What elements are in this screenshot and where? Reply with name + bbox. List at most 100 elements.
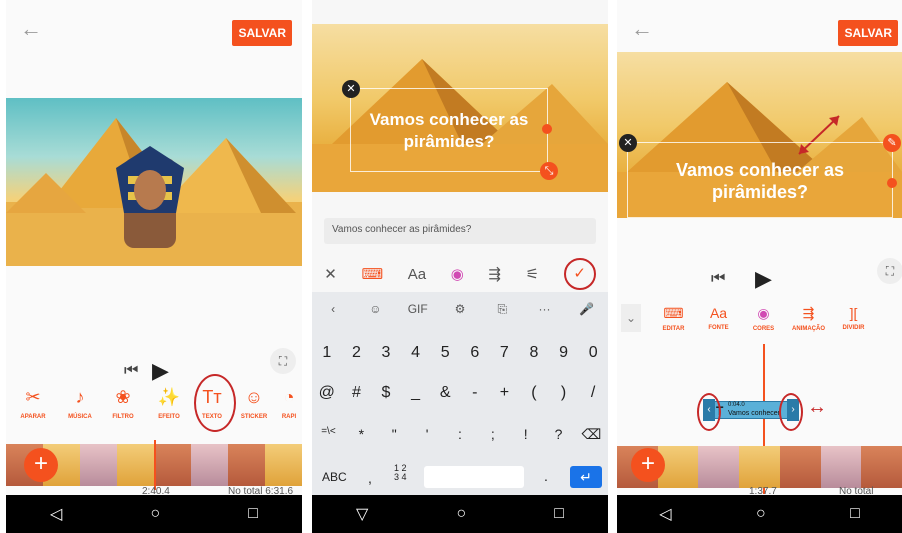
remove-text-icon[interactable]: ✕ xyxy=(619,134,637,152)
back-arrow-icon[interactable]: ← xyxy=(20,18,42,40)
translate-icon[interactable]: ⎘ xyxy=(488,302,516,317)
key[interactable]: 9 xyxy=(550,344,578,362)
skip-to-start-icon[interactable]: ⏮ xyxy=(711,270,725,288)
nav-recent-icon[interactable]: □ xyxy=(554,505,564,523)
key[interactable]: ! xyxy=(512,426,540,443)
key[interactable]: + xyxy=(490,384,518,402)
tool-fonte[interactable]: Aa FONTE xyxy=(696,305,741,331)
font-icon[interactable]: Aa xyxy=(408,266,426,283)
video-preview xyxy=(6,98,302,266)
key[interactable]: * xyxy=(347,426,375,443)
key[interactable]: 2 xyxy=(342,344,370,362)
tool-editar[interactable]: ⌨ EDITAR xyxy=(651,305,696,332)
playhead[interactable] xyxy=(154,440,156,490)
key[interactable]: =\< xyxy=(314,426,342,443)
nav-home-icon[interactable]: ○ xyxy=(456,505,466,523)
resize-handle[interactable] xyxy=(542,124,552,134)
tool-dividir[interactable]: ][ DIVIDIR xyxy=(831,305,876,331)
tool-animacao[interactable]: ⇶ ANIMAÇÃO xyxy=(786,305,831,332)
space-bar[interactable] xyxy=(424,466,524,488)
fraction-key[interactable]: 1 2 3 4 xyxy=(394,464,407,482)
abc-key[interactable]: ABC xyxy=(322,470,347,484)
tool-rapidez[interactable]: ◔ RAPI xyxy=(276,386,302,420)
emoji-icon[interactable]: ☺ xyxy=(361,302,389,317)
add-clip-button[interactable]: + xyxy=(631,448,665,482)
key[interactable]: " xyxy=(380,426,408,443)
nav-back-icon[interactable]: ◁ xyxy=(50,504,62,524)
key[interactable]: # xyxy=(342,384,370,402)
key[interactable]: / xyxy=(579,384,607,402)
key[interactable]: 0 xyxy=(579,344,607,362)
key[interactable]: ' xyxy=(413,426,441,443)
edit-pencil-icon[interactable]: ✎ xyxy=(883,134,901,152)
chevron-left-icon[interactable]: ‹ xyxy=(319,302,347,317)
key[interactable]: 3 xyxy=(372,344,400,362)
key[interactable]: 7 xyxy=(490,344,518,362)
scissors-icon: ✂ xyxy=(25,387,41,407)
skip-to-start-icon[interactable]: ⏮ xyxy=(124,362,138,380)
text-preview: Vamos conhecer as pirâmides? ✕ ⤡ xyxy=(312,24,608,192)
play-icon[interactable]: ▶ xyxy=(152,358,169,384)
animation-icon[interactable]: ⇶ xyxy=(488,265,501,283)
scale-handle-icon[interactable]: ⤡ xyxy=(540,162,558,180)
remove-text-icon[interactable]: ✕ xyxy=(342,80,360,98)
nav-back-icon[interactable]: ◁ xyxy=(659,504,671,524)
tool-efeito[interactable]: ✨ EFEITO xyxy=(146,386,192,420)
keyboard-icon[interactable]: ⌨ xyxy=(361,265,383,283)
text-overlay-box[interactable]: Vamos conhecer as pirâmides? xyxy=(350,88,548,172)
play-icon[interactable]: ▶ xyxy=(755,266,772,292)
key[interactable]: 4 xyxy=(402,344,430,362)
key[interactable]: - xyxy=(461,384,489,402)
comma-key[interactable]: , xyxy=(368,470,372,486)
tool-filtro[interactable]: ❀ FILTRO xyxy=(100,386,146,420)
save-button[interactable]: SALVAR xyxy=(838,20,898,46)
check-icon[interactable]: ✓ xyxy=(563,258,596,290)
key[interactable]: & xyxy=(431,384,459,402)
tool-musica[interactable]: ♪ MÚSICA xyxy=(60,386,100,420)
microphone-icon[interactable]: 🎤 xyxy=(573,302,601,317)
settings-icon[interactable]: ⚙ xyxy=(446,302,474,317)
back-arrow-icon[interactable]: ← xyxy=(631,18,653,40)
top-bar: ← SALVAR xyxy=(6,0,302,60)
enter-key[interactable]: ↵ xyxy=(570,466,602,488)
text-overlay-box[interactable]: Vamos conhecer as pirâmides? xyxy=(627,142,893,218)
keyboard-icon: ⌨ xyxy=(663,304,684,321)
close-icon[interactable]: ✕ xyxy=(324,265,337,283)
tool-aparar[interactable]: ✂ APARAR xyxy=(6,386,60,420)
key[interactable]: : xyxy=(446,426,474,443)
chevron-down-icon[interactable]: ⌄ xyxy=(621,304,641,332)
gif-key[interactable]: GIF xyxy=(404,302,432,317)
backspace-icon[interactable]: ⌫ xyxy=(577,426,605,443)
period-key[interactable]: . xyxy=(544,468,548,484)
key[interactable]: 1 xyxy=(313,344,341,362)
key[interactable]: @ xyxy=(313,384,341,402)
save-button[interactable]: SALVAR xyxy=(232,20,292,46)
keyboard-hide-icon[interactable]: ▽ xyxy=(356,504,368,524)
key[interactable]: _ xyxy=(402,384,430,402)
key[interactable]: $ xyxy=(372,384,400,402)
key[interactable]: ? xyxy=(545,426,573,443)
top-bar: ← SALVAR xyxy=(617,0,902,60)
nav-recent-icon[interactable]: □ xyxy=(850,505,860,523)
nav-recent-icon[interactable]: □ xyxy=(248,505,258,523)
tool-cores[interactable]: ◉ CORES xyxy=(741,305,786,332)
fullscreen-icon[interactable]: ⛶ xyxy=(877,258,902,284)
key[interactable]: 6 xyxy=(461,344,489,362)
key[interactable]: ) xyxy=(550,384,578,402)
sliders-icon[interactable]: ⚟ xyxy=(526,265,539,283)
resize-handle[interactable] xyxy=(887,178,897,188)
key[interactable]: 5 xyxy=(431,344,459,362)
fullscreen-icon[interactable]: ⛶ xyxy=(270,348,296,374)
key[interactable]: ; xyxy=(479,426,507,443)
text-input-field[interactable]: Vamos conhecer as pirâmides? xyxy=(324,218,596,244)
color-wheel-icon[interactable]: ◉ xyxy=(451,265,464,283)
more-icon[interactable]: ··· xyxy=(531,302,559,317)
tool-sticker[interactable]: ☺ STICKER xyxy=(232,386,276,420)
add-clip-button[interactable]: + xyxy=(24,448,58,482)
keyboard-suggestion-row: ‹ ☺ GIF ⚙ ⎘ ··· 🎤 xyxy=(312,302,608,317)
key[interactable]: 8 xyxy=(520,344,548,362)
overlay-text: Vamos conhecer as pirâmides? xyxy=(675,160,845,202)
nav-home-icon[interactable]: ○ xyxy=(150,505,160,523)
nav-home-icon[interactable]: ○ xyxy=(756,505,766,523)
key[interactable]: ( xyxy=(520,384,548,402)
